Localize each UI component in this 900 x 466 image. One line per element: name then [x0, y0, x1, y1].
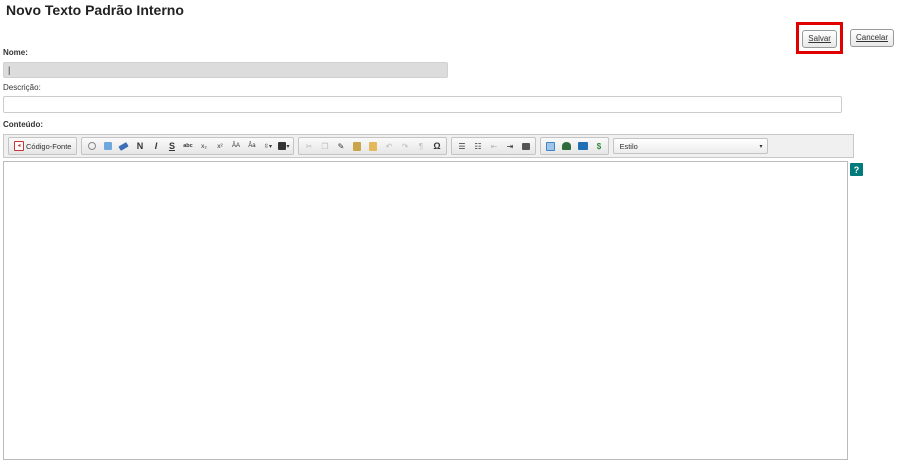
style-dropdown[interactable]: Estilo ▾ [613, 138, 769, 154]
save-button[interactable]: Salvar [802, 30, 837, 48]
text-color-button[interactable]: ▾ [276, 139, 291, 153]
bulleted-list-icon[interactable]: ☷ [470, 139, 485, 153]
eraser-icon [118, 141, 130, 151]
form-actions: Salvar Cancelar [796, 22, 894, 54]
save-button-highlight: Salvar [796, 22, 843, 54]
strikethrough-button[interactable]: S [164, 139, 179, 153]
editor-toolbar: ◂ Código-Fonte N I S abc x₂ x² ÂA Âa ⇳▾ … [3, 134, 854, 158]
list-group: ☰ ☷ ⇤ ⇥ [451, 137, 537, 155]
superscript-button[interactable]: x² [212, 139, 227, 153]
line-height-icon[interactable]: ⇳▾ [260, 139, 275, 153]
subscript-button[interactable]: x₂ [196, 139, 211, 153]
redo-icon[interactable]: ↷ [397, 139, 412, 153]
clipboard-group: ✂ ❐ ✎ ↶ ↷ ¶ Ω [298, 137, 448, 155]
italic-button[interactable]: I [148, 139, 163, 153]
remove-format-button[interactable] [116, 139, 131, 153]
chevron-down-icon: ▾ [759, 143, 763, 150]
format-group: N I S abc x₂ x² ÂA Âa ⇳▾ ▾ [81, 137, 295, 155]
outdent-icon[interactable]: ⇤ [486, 139, 501, 153]
paste-word-icon[interactable] [365, 139, 380, 153]
special-char-button[interactable]: Ω [429, 139, 444, 153]
numbered-list-icon[interactable]: ☰ [454, 139, 469, 153]
bold-button[interactable]: N [132, 139, 147, 153]
source-code-label: Código-Fonte [26, 141, 72, 151]
indent-icon[interactable]: ⇥ [502, 139, 517, 153]
page-title: Novo Texto Padrão Interno [6, 2, 184, 18]
insert-group: $ [540, 137, 610, 155]
find-icon [87, 142, 96, 150]
cut-icon[interactable]: ✂ [301, 139, 316, 153]
sei-link-icon[interactable] [575, 139, 590, 153]
description-label: Descrição: [3, 83, 41, 92]
name-field[interactable]: | [3, 62, 448, 78]
description-field[interactable] [3, 96, 842, 113]
lowercase-icon[interactable]: Âa [244, 139, 259, 153]
source-code-icon: ◂ [14, 141, 24, 151]
name-label: Nome: [3, 48, 28, 57]
cancel-button[interactable]: Cancelar [849, 29, 894, 47]
find-button[interactable] [84, 139, 99, 153]
paste-text-icon[interactable] [349, 139, 364, 153]
link-icon[interactable] [559, 139, 574, 153]
style-dropdown-label: Estilo [619, 141, 638, 151]
help-icon[interactable]: ? [850, 163, 863, 176]
content-editor[interactable] [3, 161, 848, 460]
source-group: ◂ Código-Fonte [8, 137, 78, 155]
replace-button[interactable] [100, 139, 115, 153]
source-code-button[interactable]: ◂ Código-Fonte [11, 141, 74, 151]
text-color-icon [278, 142, 287, 150]
copy-icon[interactable]: ❐ [317, 139, 332, 153]
format-painter-icon[interactable]: ✎ [333, 139, 348, 153]
paragraph-icon[interactable]: ¶ [413, 139, 428, 153]
dollar-icon[interactable]: $ [591, 139, 606, 153]
small-caps-button[interactable]: abc [180, 139, 195, 153]
uppercase-icon[interactable]: ÂA [228, 139, 243, 153]
image-icon[interactable] [518, 139, 533, 153]
content-label: Conteúdo: [3, 120, 43, 129]
table-icon[interactable] [543, 139, 558, 153]
replace-icon [103, 142, 112, 150]
undo-icon[interactable]: ↶ [381, 139, 396, 153]
